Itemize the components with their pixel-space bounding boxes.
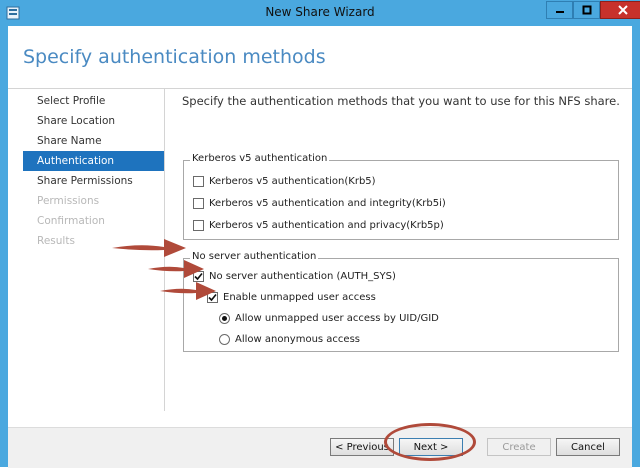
minimize-button[interactable]	[546, 1, 573, 19]
close-button[interactable]	[600, 1, 640, 19]
uid-gid-radio[interactable]	[219, 313, 230, 324]
annotation-arrow-icon	[160, 282, 216, 300]
anonymous-access-radio[interactable]	[219, 334, 230, 345]
anonymous-access-option[interactable]: Allow anonymous access	[219, 334, 360, 345]
cancel-button[interactable]: Cancel	[556, 438, 620, 456]
auth-sys-option[interactable]: No server authentication (AUTH_SYS)	[193, 271, 396, 282]
close-icon	[617, 5, 628, 15]
wizard-client: Specify authentication methods Select Pr…	[8, 26, 632, 468]
wizard-header: Specify authentication methods	[8, 26, 632, 89]
krb5-option[interactable]: Kerberos v5 authentication(Krb5)	[193, 176, 376, 187]
nav-item-share-name[interactable]: Share Name	[23, 131, 164, 151]
kerberos-group: Kerberos v5 authentication Kerberos v5 a…	[183, 153, 619, 240]
annotation-arrow-icon	[148, 260, 204, 278]
krb5p-label: Kerberos v5 authentication and privacy(K…	[209, 220, 444, 231]
intro-text: Specify the authentication methods that …	[182, 94, 620, 108]
radio-selected-dot	[222, 316, 227, 321]
uid-gid-option[interactable]: Allow unmapped user access by UID/GID	[219, 313, 439, 324]
minimize-icon	[555, 11, 564, 13]
nav-item-share-location[interactable]: Share Location	[23, 111, 164, 131]
krb5-checkbox[interactable]	[193, 176, 204, 187]
uid-gid-label: Allow unmapped user access by UID/GID	[235, 313, 439, 324]
window-frame-left	[0, 26, 8, 467]
kerberos-group-legend: Kerberos v5 authentication	[190, 153, 330, 164]
krb5p-checkbox[interactable]	[193, 220, 204, 231]
create-button: Create	[487, 438, 551, 456]
window-frame-right	[632, 26, 640, 467]
krb5i-label: Kerberos v5 authentication and integrity…	[209, 198, 446, 209]
unmapped-access-option[interactable]: Enable unmapped user access	[207, 292, 376, 303]
nav-item-permissions: Permissions	[37, 195, 100, 207]
auth-sys-label: No server authentication (AUTH_SYS)	[209, 271, 396, 282]
no-server-auth-group: No server authentication No server authe…	[183, 251, 619, 352]
anonymous-access-label: Allow anonymous access	[235, 334, 360, 345]
wizard-nav: Select Profile Share Location Share Name…	[23, 91, 164, 251]
annotation-oval	[384, 423, 476, 461]
no-server-auth-legend: No server authentication	[190, 251, 319, 262]
title-bar: New Share Wizard	[0, 0, 640, 26]
krb5i-option[interactable]: Kerberos v5 authentication and integrity…	[193, 198, 446, 209]
maximize-icon	[582, 5, 591, 15]
wizard-footer: < Previous Next > Create Cancel	[8, 427, 632, 468]
krb5i-checkbox[interactable]	[193, 198, 204, 209]
krb5p-option[interactable]: Kerberos v5 authentication and privacy(K…	[193, 220, 444, 231]
window-title: New Share Wizard	[265, 5, 375, 19]
maximize-button[interactable]	[573, 1, 600, 19]
nav-item-confirmation: Confirmation	[37, 215, 105, 227]
nav-item-authentication[interactable]: Authentication	[23, 151, 164, 171]
nav-item-select-profile[interactable]: Select Profile	[23, 91, 164, 111]
krb5-label: Kerberos v5 authentication(Krb5)	[209, 176, 376, 187]
nav-item-share-permissions[interactable]: Share Permissions	[23, 171, 164, 191]
page-title: Specify authentication methods	[23, 46, 326, 68]
unmapped-access-label: Enable unmapped user access	[223, 292, 376, 303]
